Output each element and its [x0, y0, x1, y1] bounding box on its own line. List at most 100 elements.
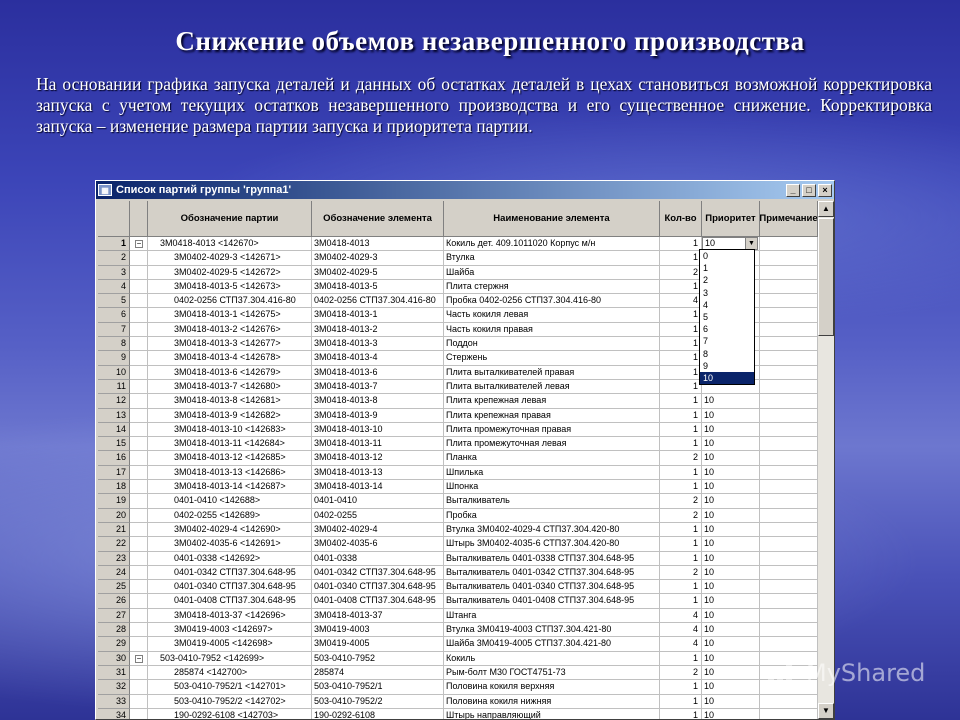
cell-batch[interactable]: 3М0402-4035-6 <142691> [148, 537, 312, 552]
cell-qty[interactable]: 1 [660, 480, 702, 495]
cell-priority[interactable]: 10 [702, 623, 760, 638]
cell-note[interactable] [760, 408, 818, 423]
cell-batch[interactable]: 0401-0408 СТП37.304.648-95 [148, 594, 312, 609]
cell-name[interactable]: Планка [444, 451, 660, 466]
cell-element[interactable]: 3М0418-4013-10 [312, 422, 444, 438]
cell-qty[interactable]: 2 [660, 508, 702, 523]
scroll-up-icon[interactable]: ▲ [818, 201, 834, 217]
cell-name[interactable]: Выталкиватель 0401-0408 СТП37.304.648-95 [444, 594, 660, 609]
cell-note[interactable] [760, 451, 818, 466]
cell-name[interactable]: Выталкиватель 0401-0338 СТП37.304.648-95 [444, 551, 660, 566]
cell-name[interactable]: Выталкиватель 0401-0342 СТП37.304.648-95 [444, 565, 660, 581]
cell-name[interactable]: Стержень [444, 351, 660, 366]
row-number[interactable]: 12 [98, 394, 130, 409]
cell-element[interactable]: 3М0419-4005 [312, 637, 444, 652]
row-number[interactable]: 32 [98, 680, 130, 695]
cell-element[interactable]: 3М0402-4029-5 [312, 265, 444, 280]
cell-batch[interactable]: 3М0418-4013-1 <142675> [148, 308, 312, 323]
cell-element[interactable]: 503-0410-7952/1 [312, 680, 444, 695]
cell-qty[interactable]: 1 [660, 379, 702, 395]
priority-dropdown-list[interactable]: 0 1 2 3 4 5 6 7 8 9 10 [699, 249, 755, 385]
cell-note[interactable] [760, 708, 818, 719]
cell-batch[interactable]: 285874 <142700> [148, 665, 312, 681]
dropdown-option[interactable]: 1 [700, 262, 754, 274]
cell-note[interactable] [760, 322, 818, 338]
cell-batch[interactable]: 0402-0256 СТП37.304.416-80 [148, 294, 312, 309]
cell-qty[interactable]: 1 [660, 251, 702, 266]
cell-note[interactable] [760, 465, 818, 481]
table-row[interactable]: 33 503-0410-7952/2 <142702> 503-0410-7952/… [98, 694, 818, 709]
tree-cell[interactable]: − [130, 237, 148, 252]
table-row[interactable]: 19 0401-0410 <142688> 0401-0410 Выталкивате… [98, 494, 818, 509]
row-number[interactable]: 11 [98, 379, 130, 395]
cell-note[interactable] [760, 565, 818, 581]
cell-batch[interactable]: 3М0418-4013-12 <142685> [148, 451, 312, 466]
cell-note[interactable] [760, 365, 818, 380]
cell-note[interactable] [760, 237, 818, 252]
row-number[interactable]: 10 [98, 365, 130, 380]
cell-priority[interactable]: 10 [702, 408, 760, 423]
cell-qty[interactable]: 2 [660, 451, 702, 466]
cell-batch[interactable]: 3М0418-4013-3 <142677> [148, 337, 312, 352]
cell-priority[interactable]: 10 [702, 594, 760, 609]
row-number[interactable]: 13 [98, 408, 130, 423]
row-number[interactable]: 3 [98, 265, 130, 280]
cell-name[interactable]: Выталкиватель [444, 494, 660, 509]
cell-priority[interactable]: 10 [702, 608, 760, 624]
cell-batch[interactable]: 3М0418-4013-14 <142687> [148, 480, 312, 495]
cell-note[interactable] [760, 494, 818, 509]
cell-name[interactable]: Шайба 3М0419-4005 СТП37.304.421-80 [444, 637, 660, 652]
dropdown-option[interactable]: 3 [700, 287, 754, 299]
cell-note[interactable] [760, 394, 818, 409]
cell-name[interactable]: Плита промежуточная правая [444, 422, 660, 438]
table-row[interactable]: 32 503-0410-7952/1 <142701> 503-0410-7952/… [98, 680, 818, 695]
cell-name[interactable]: Половина кокиля нижняя [444, 694, 660, 709]
cell-element[interactable]: 0401-0340 СТП37.304.648-95 [312, 580, 444, 595]
cell-element[interactable]: 3М0419-4003 [312, 623, 444, 638]
scroll-down-icon[interactable]: ▼ [818, 703, 834, 719]
row-number[interactable]: 6 [98, 308, 130, 323]
row-number[interactable]: 22 [98, 537, 130, 552]
row-number[interactable]: 14 [98, 422, 130, 438]
cell-note[interactable] [760, 265, 818, 280]
cell-batch[interactable]: 0401-0410 <142688> [148, 494, 312, 509]
cell-batch[interactable]: 3М0418-4013-2 <142676> [148, 322, 312, 338]
cell-qty[interactable]: 1 [660, 337, 702, 352]
tree-cell[interactable]: − [130, 651, 148, 666]
cell-qty[interactable]: 1 [660, 408, 702, 423]
cell-name[interactable]: Часть кокиля правая [444, 322, 660, 338]
cell-element[interactable]: 0401-0342 СТП37.304.648-95 [312, 565, 444, 581]
table-row[interactable]: 20 0402-0255 <142689> 0402-0255 Пробка 2 10 [98, 508, 818, 523]
cell-qty[interactable]: 4 [660, 623, 702, 638]
row-number[interactable]: 31 [98, 665, 130, 681]
cell-element[interactable]: 3М0418-4013-1 [312, 308, 444, 323]
header-priority[interactable]: Приоритет [702, 201, 760, 237]
dropdown-option[interactable]: 8 [700, 348, 754, 360]
cell-priority[interactable]: 10 [702, 437, 760, 452]
table-row[interactable]: 15 3М0418-4013-11 <142684> 3М0418-4013-11 П… [98, 437, 818, 452]
header-qty[interactable]: Кол-во [660, 201, 702, 237]
cell-priority[interactable]: 10 [702, 451, 760, 466]
cell-note[interactable] [760, 594, 818, 609]
cell-batch[interactable]: 3М0402-4029-3 <142671> [148, 251, 312, 266]
cell-name[interactable]: Штырь направляющий [444, 708, 660, 719]
row-number[interactable]: 16 [98, 451, 130, 466]
cell-note[interactable] [760, 537, 818, 552]
cell-batch[interactable]: 3М0418-4013-4 <142678> [148, 351, 312, 366]
cell-name[interactable]: Плита крепежная правая [444, 408, 660, 423]
cell-name[interactable]: Половина кокиля верхняя [444, 680, 660, 695]
cell-qty[interactable]: 4 [660, 637, 702, 652]
table-row[interactable]: 16 3М0418-4013-12 <142685> 3М0418-4013-12 П… [98, 451, 818, 466]
cell-name[interactable]: Плита стержня [444, 279, 660, 295]
cell-batch[interactable]: 0401-0342 СТП37.304.648-95 [148, 565, 312, 581]
cell-element[interactable]: 3М0418-4013-14 [312, 480, 444, 495]
cell-batch[interactable]: 0401-0340 СТП37.304.648-95 [148, 580, 312, 595]
cell-batch[interactable]: 3М0419-4003 <142697> [148, 623, 312, 638]
dropdown-option[interactable]: 0 [700, 250, 754, 262]
cell-element[interactable]: 3М0418-4013-8 [312, 394, 444, 409]
cell-qty[interactable]: 2 [660, 665, 702, 681]
cell-note[interactable] [760, 522, 818, 538]
cell-name[interactable]: Кокиль дет. 409.1011020 Корпус м/н [444, 237, 660, 252]
cell-batch[interactable]: 3М0418-4013-9 <142682> [148, 408, 312, 423]
cell-name[interactable]: Рым-болт М30 ГОСТ4751-73 [444, 665, 660, 681]
